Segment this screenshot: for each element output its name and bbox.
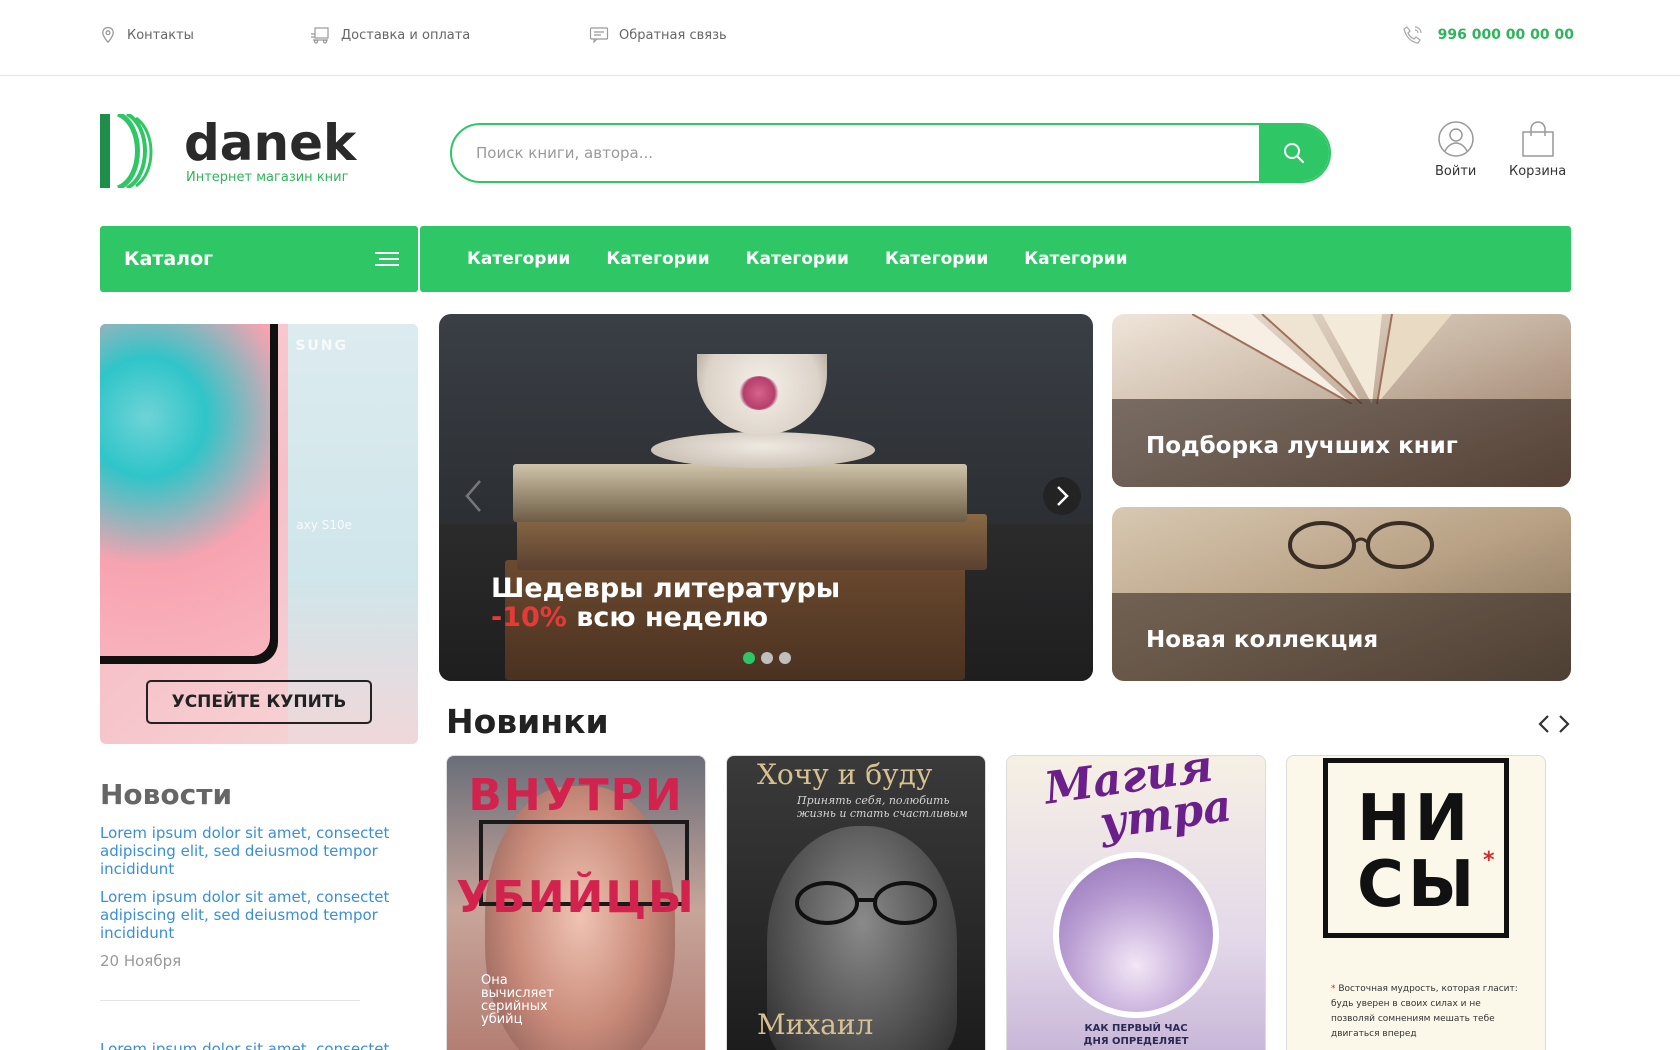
nav-category-3[interactable]: Категории xyxy=(746,249,849,269)
book-title: НИ СЫ xyxy=(1357,782,1479,922)
news-item-3[interactable]: Lorem ipsum dolor sit amet, consectet xyxy=(100,1040,410,1050)
feedback-link[interactable]: Обратная связь xyxy=(589,26,727,44)
chevron-left-icon xyxy=(465,480,481,512)
news-item-2[interactable]: Lorem ipsum dolor sit amet, consectet ad… xyxy=(100,888,410,942)
book-title: Хочу и буду xyxy=(757,758,933,791)
search-input[interactable] xyxy=(452,125,1259,181)
slider-dots xyxy=(743,652,791,664)
login-label: Войти xyxy=(1435,164,1477,179)
book-title-star: * xyxy=(1483,848,1495,873)
slide-cup-rose xyxy=(739,376,779,410)
slide-caption-rest: всю неделю xyxy=(566,602,769,633)
logo-mark-icon xyxy=(100,114,153,188)
glasses-icon xyxy=(795,881,937,925)
book-title-top: ВНУТРИ xyxy=(468,770,684,821)
glasses-image xyxy=(1288,521,1434,569)
open-book-pages-image xyxy=(1192,314,1452,404)
book-subtitle-text: Восточная мудрость, которая гласит: будь… xyxy=(1331,984,1518,1039)
slide-saucer xyxy=(651,432,875,468)
book-card[interactable]: НИ СЫ * * Восточная мудрость, которая гл… xyxy=(1286,755,1546,1050)
location-pin-icon xyxy=(102,26,114,44)
book-card[interactable]: Хочу и буду Принять себя, полюбить жизнь… xyxy=(726,755,986,1050)
feedback-label: Обратная связь xyxy=(619,27,727,43)
delivery-link[interactable]: Доставка и оплата xyxy=(309,26,470,44)
search-bar xyxy=(450,123,1331,183)
book-card[interactable]: ВНУТРИ УБИЙЦЫ Она вычисляет серийных уби… xyxy=(446,755,706,1050)
slider-next-button[interactable] xyxy=(1043,477,1081,515)
menu-icon xyxy=(375,252,399,266)
shopping-bag-icon xyxy=(1521,121,1554,157)
book-subtitle: Она вычисляет серийных убийц xyxy=(481,973,554,1027)
hero-slider: Шедевры литературы -10% всю неделю xyxy=(439,314,1093,681)
contacts-link[interactable]: Контакты xyxy=(99,26,194,44)
slider-prev-button[interactable] xyxy=(455,477,493,515)
site-logo[interactable]: danek Интернет магазин книг xyxy=(100,114,360,188)
news-item-1[interactable]: Lorem ipsum dolor sit amet, consectet ad… xyxy=(100,824,410,878)
cart-label: Корзина xyxy=(1509,164,1567,179)
book-subtitle-star: * xyxy=(1331,984,1336,994)
carousel-prev-button[interactable] xyxy=(1534,712,1554,736)
new-releases-heading: Новинки xyxy=(446,702,609,741)
nav-category-2[interactable]: Категории xyxy=(606,249,709,269)
book-cover-sunrise xyxy=(1053,852,1219,1018)
login-button[interactable]: Войти xyxy=(1435,120,1476,179)
slide-book-1 xyxy=(513,464,967,522)
book-subtitle: КАК ПЕРВЫЙ ЧАС ДНЯ ОПРЕДЕЛЯЕТ ВАШ УСПЕХ xyxy=(1083,1023,1189,1050)
chat-icon xyxy=(589,27,609,44)
delivery-label: Доставка и оплата xyxy=(341,27,471,43)
promo-banner[interactable]: SUNG axy S10e УСПЕЙТЕ КУПИТЬ xyxy=(100,324,418,744)
book-card[interactable]: Магия утра КАК ПЕРВЫЙ ЧАС ДНЯ ОПРЕДЕЛЯЕТ… xyxy=(1006,755,1266,1050)
nav-category-1[interactable]: Категории xyxy=(467,249,570,269)
promo-brand: SUNG xyxy=(295,338,348,354)
slide-discount: -10% xyxy=(491,602,567,633)
phone-link[interactable]: 996 000 00 00 00 xyxy=(1402,24,1574,46)
news-divider xyxy=(100,1000,360,1001)
promo-phone-image xyxy=(100,324,278,664)
cart-button[interactable]: Корзина xyxy=(1509,120,1566,179)
search-button[interactable] xyxy=(1259,125,1329,181)
top-bar: Контакты Доставка и оплата Обратная связ… xyxy=(0,0,1680,76)
phone-icon xyxy=(1402,26,1422,44)
nav-category-5[interactable]: Категории xyxy=(1024,249,1127,269)
slider-dot-2[interactable] xyxy=(761,652,773,664)
slide-caption-line1: Шедевры литературы xyxy=(491,573,841,604)
chevron-right-icon xyxy=(1057,486,1069,506)
book-subtitle: * Восточная мудрость, которая гласит: бу… xyxy=(1331,982,1521,1042)
catalog-label: Каталог xyxy=(124,248,214,270)
phone-number: 996 000 00 00 00 xyxy=(1437,27,1574,43)
search-icon xyxy=(1284,143,1304,163)
slide-book-2 xyxy=(517,514,987,570)
slide-caption: Шедевры литературы -10% всю неделю xyxy=(491,574,840,632)
carousel-next-button[interactable] xyxy=(1554,712,1574,736)
news-heading: Новости xyxy=(100,778,233,811)
best-books-title: Подборка лучших книг xyxy=(1146,433,1458,459)
delivery-icon xyxy=(311,27,329,44)
new-collection-card[interactable]: Новая коллекция xyxy=(1112,507,1571,681)
chevron-right-icon xyxy=(1559,715,1570,733)
slider-dot-1[interactable] xyxy=(743,652,755,664)
logo-name: danek xyxy=(184,114,357,172)
nav-category-4[interactable]: Категории xyxy=(885,249,988,269)
category-nav: Категории Категории Категории Категории … xyxy=(420,226,1571,292)
promo-buy-button[interactable]: УСПЕЙТЕ КУПИТЬ xyxy=(146,680,372,724)
contacts-label: Контакты xyxy=(127,27,194,43)
book-subtitle: Принять себя, полюбить жизнь и стать сча… xyxy=(797,794,968,820)
slide-caption-line2: -10% всю неделю xyxy=(491,603,840,632)
book-title-bottom: УБИЙЦЫ xyxy=(456,872,696,923)
chevron-left-icon xyxy=(1538,715,1549,733)
logo-tagline: Интернет магазин книг xyxy=(186,170,349,185)
book-title: Магия утра xyxy=(1041,756,1234,852)
slider-dot-3[interactable] xyxy=(779,652,791,664)
book-author: Михаил xyxy=(757,1008,874,1041)
news-date: 20 Ноября xyxy=(100,952,182,970)
best-books-card[interactable]: Подборка лучших книг xyxy=(1112,314,1571,487)
catalog-button[interactable]: Каталог xyxy=(100,226,418,292)
new-collection-title: Новая коллекция xyxy=(1146,627,1379,653)
user-icon xyxy=(1437,121,1474,157)
promo-model: axy S10e xyxy=(296,518,352,532)
promo-phone-screen xyxy=(100,324,270,656)
